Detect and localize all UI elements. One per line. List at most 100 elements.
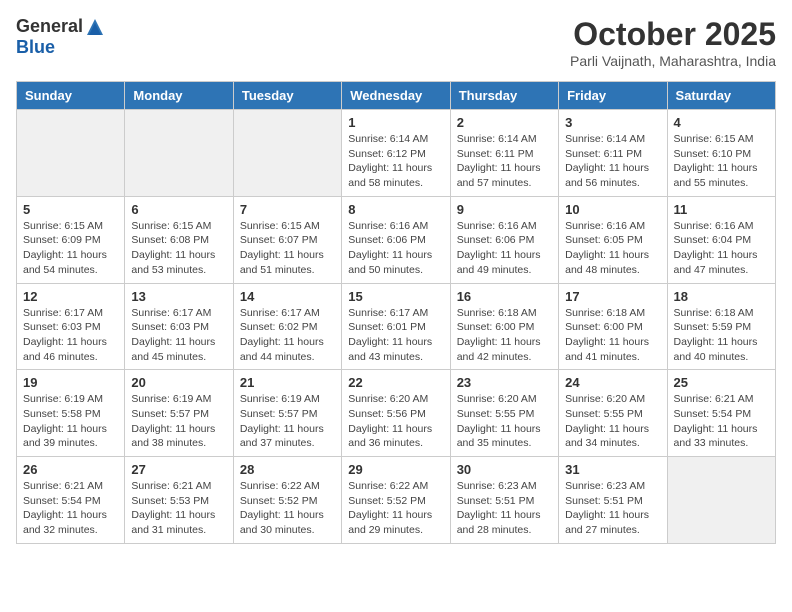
table-row: 14 Sunrise: 6:17 AM Sunset: 6:02 PM Dayli… [233, 283, 341, 370]
header-wednesday: Wednesday [342, 82, 450, 110]
day-number: 22 [348, 375, 443, 390]
table-row: 12Sunrise: 6:17 AM Sunset: 6:03 PM Dayli… [17, 283, 125, 370]
month-title: October 2025 [570, 16, 776, 53]
day-number: 10 [565, 202, 660, 217]
table-row: 17Sunrise: 6:18 AM Sunset: 6:00 PM Dayli… [559, 283, 667, 370]
day-info: Sunrise: 6:18 AM Sunset: 5:59 PM Dayligh… [674, 306, 769, 365]
day-info: Sunrise: 6:15 AM Sunset: 6:10 PM Dayligh… [674, 132, 769, 191]
calendar-week-row: 19 Sunrise: 6:19 AM Sunset: 5:58 PM Dayli… [17, 370, 776, 457]
page-header: General Blue October 2025 Parli Vaijnath… [16, 16, 776, 69]
day-number: 3 [565, 115, 660, 130]
day-info: Sunrise: 6:16 AM Sunset: 6:06 PM Dayligh… [348, 219, 443, 278]
day-info: Sunrise: 6:17 AM Sunset: 6:03 PM Dayligh… [131, 306, 226, 365]
table-row: 25 Sunrise: 6:21 AM Sunset: 5:54 PM Dayli… [667, 370, 775, 457]
table-row: 10 Sunrise: 6:16 AM Sunset: 6:05 PM Dayli… [559, 196, 667, 283]
day-info: Sunrise: 6:23 AM Sunset: 5:51 PM Dayligh… [457, 479, 552, 538]
day-info: Sunrise: 6:15 AM Sunset: 6:07 PM Dayligh… [240, 219, 335, 278]
day-info: Sunrise: 6:21 AM Sunset: 5:54 PM Dayligh… [23, 479, 118, 538]
day-info: Sunrise: 6:15 AM Sunset: 6:08 PM Dayligh… [131, 219, 226, 278]
day-number: 25 [674, 375, 769, 390]
logo: General Blue [16, 16, 105, 58]
day-info: Sunrise: 6:20 AM Sunset: 5:55 PM Dayligh… [565, 392, 660, 451]
location: Parli Vaijnath, Maharashtra, India [570, 53, 776, 69]
day-info: Sunrise: 6:15 AM Sunset: 6:09 PM Dayligh… [23, 219, 118, 278]
day-number: 2 [457, 115, 552, 130]
day-number: 20 [131, 375, 226, 390]
day-number: 28 [240, 462, 335, 477]
table-row [17, 110, 125, 197]
day-number: 30 [457, 462, 552, 477]
table-row: 2 Sunrise: 6:14 AM Sunset: 6:11 PM Daylig… [450, 110, 558, 197]
logo-blue: Blue [16, 37, 55, 58]
table-row: 21 Sunrise: 6:19 AM Sunset: 5:57 PM Dayli… [233, 370, 341, 457]
table-row: 7Sunrise: 6:15 AM Sunset: 6:07 PM Daylig… [233, 196, 341, 283]
day-info: Sunrise: 6:17 AM Sunset: 6:01 PM Dayligh… [348, 306, 443, 365]
calendar-week-row: 26 Sunrise: 6:21 AM Sunset: 5:54 PM Dayli… [17, 457, 776, 544]
day-info: Sunrise: 6:19 AM Sunset: 5:57 PM Dayligh… [131, 392, 226, 451]
day-info: Sunrise: 6:17 AM Sunset: 6:02 PM Dayligh… [240, 306, 335, 365]
day-number: 11 [674, 202, 769, 217]
day-number: 8 [348, 202, 443, 217]
table-row: 18 Sunrise: 6:18 AM Sunset: 5:59 PM Dayli… [667, 283, 775, 370]
table-row [125, 110, 233, 197]
day-info: Sunrise: 6:20 AM Sunset: 5:56 PM Dayligh… [348, 392, 443, 451]
day-number: 5 [23, 202, 118, 217]
day-number: 21 [240, 375, 335, 390]
table-row: 9Sunrise: 6:16 AM Sunset: 6:06 PM Daylig… [450, 196, 558, 283]
table-row: 29 Sunrise: 6:22 AM Sunset: 5:52 PM Dayli… [342, 457, 450, 544]
day-info: Sunrise: 6:22 AM Sunset: 5:52 PM Dayligh… [240, 479, 335, 538]
day-number: 16 [457, 289, 552, 304]
table-row: 6Sunrise: 6:15 AM Sunset: 6:08 PM Daylig… [125, 196, 233, 283]
day-number: 31 [565, 462, 660, 477]
table-row: 1Sunrise: 6:14 AM Sunset: 6:12 PM Daylig… [342, 110, 450, 197]
day-info: Sunrise: 6:19 AM Sunset: 5:57 PM Dayligh… [240, 392, 335, 451]
table-row: 20 Sunrise: 6:19 AM Sunset: 5:57 PM Dayli… [125, 370, 233, 457]
table-row: 23 Sunrise: 6:20 AM Sunset: 5:55 PM Dayli… [450, 370, 558, 457]
day-info: Sunrise: 6:20 AM Sunset: 5:55 PM Dayligh… [457, 392, 552, 451]
calendar-week-row: 1Sunrise: 6:14 AM Sunset: 6:12 PM Daylig… [17, 110, 776, 197]
day-info: Sunrise: 6:16 AM Sunset: 6:04 PM Dayligh… [674, 219, 769, 278]
day-info: Sunrise: 6:21 AM Sunset: 5:53 PM Dayligh… [131, 479, 226, 538]
table-row [233, 110, 341, 197]
table-row: 27 Sunrise: 6:21 AM Sunset: 5:53 PM Dayli… [125, 457, 233, 544]
day-number: 29 [348, 462, 443, 477]
day-number: 18 [674, 289, 769, 304]
day-info: Sunrise: 6:18 AM Sunset: 6:00 PM Dayligh… [457, 306, 552, 365]
table-row: 22 Sunrise: 6:20 AM Sunset: 5:56 PM Dayli… [342, 370, 450, 457]
day-number: 17 [565, 289, 660, 304]
day-number: 12 [23, 289, 118, 304]
day-number: 4 [674, 115, 769, 130]
table-row: 3Sunrise: 6:14 AM Sunset: 6:11 PM Daylig… [559, 110, 667, 197]
calendar-week-row: 5 Sunrise: 6:15 AM Sunset: 6:09 PM Daylig… [17, 196, 776, 283]
day-info: Sunrise: 6:21 AM Sunset: 5:54 PM Dayligh… [674, 392, 769, 451]
table-row: 30 Sunrise: 6:23 AM Sunset: 5:51 PM Dayli… [450, 457, 558, 544]
table-row: 13 Sunrise: 6:17 AM Sunset: 6:03 PM Dayli… [125, 283, 233, 370]
header-saturday: Saturday [667, 82, 775, 110]
table-row: 16 Sunrise: 6:18 AM Sunset: 6:00 PM Dayli… [450, 283, 558, 370]
day-info: Sunrise: 6:14 AM Sunset: 6:12 PM Dayligh… [348, 132, 443, 191]
day-number: 23 [457, 375, 552, 390]
logo-general: General [16, 16, 83, 37]
day-info: Sunrise: 6:16 AM Sunset: 6:05 PM Dayligh… [565, 219, 660, 278]
day-number: 26 [23, 462, 118, 477]
table-row: 11 Sunrise: 6:16 AM Sunset: 6:04 PM Dayli… [667, 196, 775, 283]
day-info: Sunrise: 6:22 AM Sunset: 5:52 PM Dayligh… [348, 479, 443, 538]
table-row [667, 457, 775, 544]
table-row: 31Sunrise: 6:23 AM Sunset: 5:51 PM Dayli… [559, 457, 667, 544]
header-sunday: Sunday [17, 82, 125, 110]
day-info: Sunrise: 6:19 AM Sunset: 5:58 PM Dayligh… [23, 392, 118, 451]
table-row: 24 Sunrise: 6:20 AM Sunset: 5:55 PM Dayli… [559, 370, 667, 457]
header-thursday: Thursday [450, 82, 558, 110]
day-number: 13 [131, 289, 226, 304]
table-row: 5 Sunrise: 6:15 AM Sunset: 6:09 PM Daylig… [17, 196, 125, 283]
table-row: 19 Sunrise: 6:19 AM Sunset: 5:58 PM Dayli… [17, 370, 125, 457]
day-number: 19 [23, 375, 118, 390]
day-number: 24 [565, 375, 660, 390]
day-info: Sunrise: 6:14 AM Sunset: 6:11 PM Dayligh… [457, 132, 552, 191]
day-number: 14 [240, 289, 335, 304]
day-number: 15 [348, 289, 443, 304]
day-number: 27 [131, 462, 226, 477]
day-info: Sunrise: 6:16 AM Sunset: 6:06 PM Dayligh… [457, 219, 552, 278]
calendar: Sunday Monday Tuesday Wednesday Thursday… [16, 81, 776, 544]
header-friday: Friday [559, 82, 667, 110]
